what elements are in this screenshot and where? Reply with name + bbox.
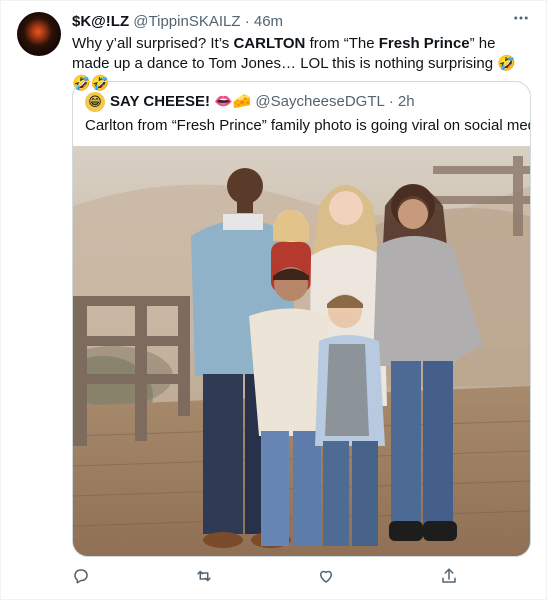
more-horizontal-icon[interactable]	[512, 9, 530, 32]
quoted-author-avatar: 😁	[85, 92, 105, 112]
quoted-author-display-name: SAY CHEESE!	[110, 93, 211, 110]
reply-icon[interactable]	[72, 567, 92, 587]
tweet-actions	[72, 567, 532, 589]
family-photo[interactable]	[73, 146, 530, 556]
quoted-header-separator: ·	[388, 93, 394, 110]
like-icon[interactable]	[317, 567, 337, 587]
retweet-icon[interactable]	[194, 567, 214, 587]
quoted-tweet[interactable]: 😁 SAY CHEESE! 👄🧀 @SaycheeseDGTL · 2h Car…	[72, 81, 531, 557]
author-handle[interactable]: @TippinSKAILZ	[133, 13, 240, 30]
author-display-name[interactable]: $K@!LZ	[72, 13, 129, 30]
quoted-author-name-emoji: 👄🧀	[214, 93, 252, 110]
author-avatar[interactable]	[17, 12, 61, 56]
tweet-card[interactable]: $K@!LZ @TippinSKAILZ · 46m Why y’all sur…	[0, 0, 547, 600]
share-icon[interactable]	[440, 567, 460, 587]
tweet-timestamp[interactable]: 46m	[254, 13, 283, 30]
quoted-tweet-text: Carlton from “Fresh Prince” family photo…	[85, 117, 531, 134]
header-separator: ·	[244, 13, 250, 30]
quoted-tweet-header: 😁 SAY CHEESE! 👄🧀 @SaycheeseDGTL · 2h	[85, 92, 415, 112]
tweet-header: $K@!LZ @TippinSKAILZ · 46m	[72, 13, 283, 31]
quoted-tweet-timestamp: 2h	[397, 93, 415, 110]
quoted-author-handle: @SaycheeseDGTL	[255, 93, 385, 110]
